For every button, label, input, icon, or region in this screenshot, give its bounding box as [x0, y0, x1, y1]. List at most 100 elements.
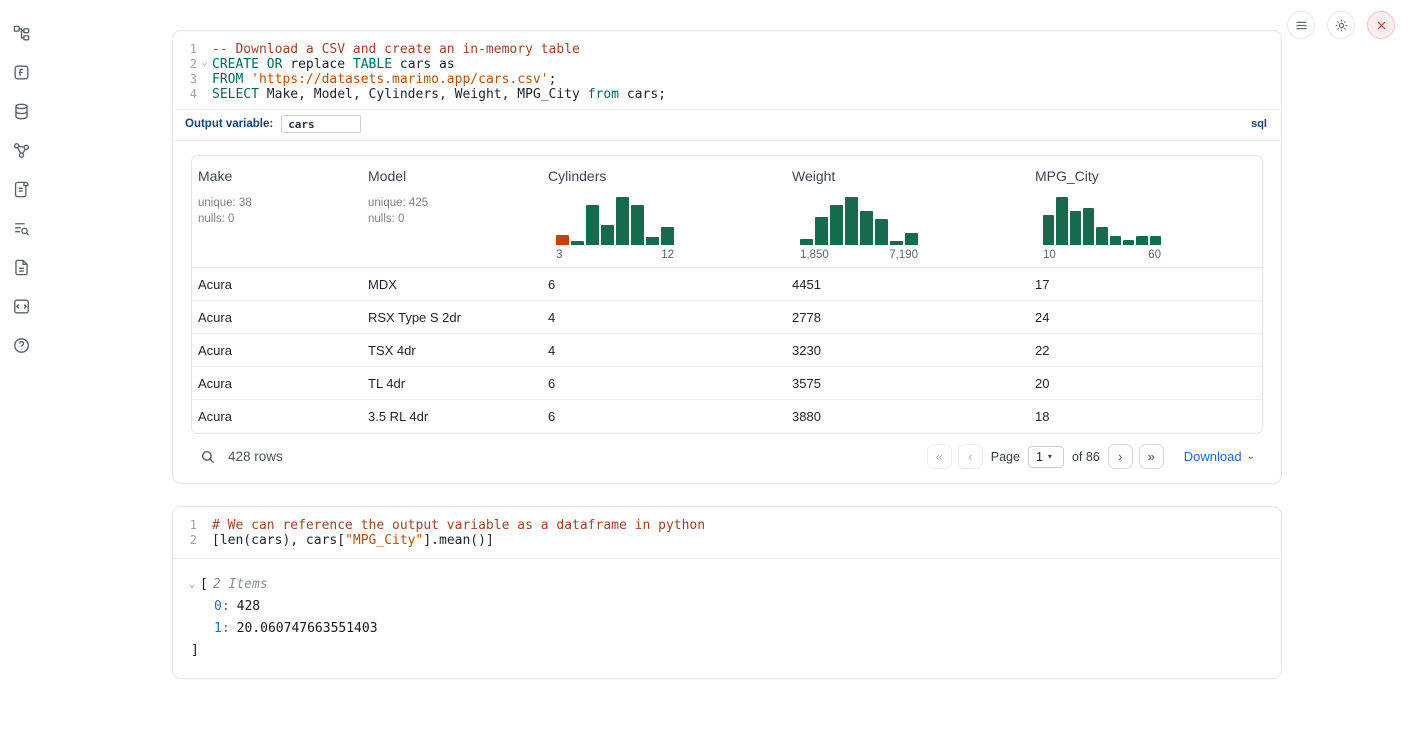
- histogram-bar[interactable]: [1070, 211, 1081, 245]
- column-name[interactable]: Cylinders: [548, 168, 780, 184]
- code-text[interactable]: -- Download a CSV and create an in-memor…: [212, 42, 580, 57]
- histogram-bar[interactable]: [616, 197, 629, 245]
- column-histogram[interactable]: 1,8507,190: [800, 195, 918, 261]
- chevron-down-icon: ▾: [1048, 452, 1052, 461]
- histogram-bar[interactable]: [875, 219, 888, 245]
- code-token-comment: # We can reference the output variable a…: [212, 518, 705, 533]
- histogram-bar[interactable]: [1150, 236, 1161, 245]
- file-tree-icon[interactable]: [10, 22, 32, 44]
- column-name[interactable]: MPG_City: [1035, 168, 1256, 184]
- first-page-button[interactable]: «: [927, 444, 952, 469]
- column-header[interactable]: Modelunique: 425nulls: 0: [362, 168, 542, 261]
- column-name[interactable]: Make: [198, 168, 356, 184]
- sql-code-editor[interactable]: 1-- Download a CSV and create an in-memo…: [173, 31, 1281, 141]
- histogram-bar[interactable]: [586, 205, 599, 245]
- code-text[interactable]: [len(cars), cars["MPG_City"].mean()]: [212, 533, 494, 548]
- code-line[interactable]: 1-- Download a CSV and create an in-memo…: [173, 42, 1281, 57]
- settings-gear-icon[interactable]: [1327, 11, 1355, 39]
- dependency-graph-icon[interactable]: [10, 139, 32, 161]
- search-icon[interactable]: [199, 448, 217, 466]
- histogram-bar[interactable]: [631, 205, 644, 245]
- help-icon[interactable]: [10, 334, 32, 356]
- tree-key: 0:: [214, 599, 230, 614]
- download-button[interactable]: Download ⌄: [1184, 449, 1255, 464]
- code-token-kw: from: [588, 87, 619, 102]
- output-variable-input[interactable]: [281, 115, 361, 133]
- code-line[interactable]: 4SELECT Make, Model, Cylinders, Weight, …: [173, 87, 1281, 102]
- items-count: 2 Items: [213, 574, 268, 596]
- fold-gutter: [197, 87, 212, 102]
- documentation-icon[interactable]: [10, 256, 32, 278]
- table-row[interactable]: AcuraRSX Type S 2dr4277824: [192, 301, 1262, 334]
- code-line[interactable]: 1# We can reference the output variable …: [173, 518, 1281, 533]
- histogram-bar[interactable]: [1083, 208, 1094, 245]
- histogram-bar[interactable]: [845, 197, 858, 245]
- column-histogram[interactable]: 312: [556, 195, 674, 261]
- logs-icon[interactable]: [10, 178, 32, 200]
- code-line[interactable]: 3FROM 'https://datasets.marimo.app/cars.…: [173, 72, 1281, 87]
- histogram-bar[interactable]: [830, 205, 843, 245]
- column-header[interactable]: MPG_City 1060: [1029, 168, 1262, 261]
- column-name[interactable]: Model: [368, 168, 536, 184]
- bracket-close: ]: [173, 640, 1281, 662]
- table-cell: 3.5 RL 4dr: [362, 409, 542, 424]
- code-text[interactable]: SELECT Make, Model, Cylinders, Weight, M…: [212, 87, 666, 102]
- scratchpad-icon[interactable]: [10, 61, 32, 83]
- snippets-icon[interactable]: [10, 295, 32, 317]
- histogram-bar[interactable]: [1096, 227, 1107, 245]
- search-list-icon[interactable]: [10, 217, 32, 239]
- column-name[interactable]: Weight: [792, 168, 1023, 184]
- histogram-bar[interactable]: [556, 235, 569, 245]
- python-code-editor[interactable]: 1# We can reference the output variable …: [173, 507, 1281, 559]
- table-cell: 6: [542, 409, 786, 424]
- axis-min: 1,850: [800, 249, 829, 261]
- code-text[interactable]: FROM 'https://datasets.marimo.app/cars.c…: [212, 72, 556, 87]
- histogram-bars: [800, 195, 918, 245]
- code-text[interactable]: # We can reference the output variable a…: [212, 518, 705, 533]
- code-line[interactable]: 2⌄CREATE OR replace TABLE cars as: [173, 57, 1281, 72]
- histogram-bar[interactable]: [1056, 197, 1067, 245]
- histogram-bar[interactable]: [860, 211, 873, 245]
- close-icon[interactable]: [1367, 11, 1395, 39]
- table-cell: 3230: [786, 343, 1029, 358]
- histogram-bar[interactable]: [1110, 236, 1121, 245]
- histogram-bar[interactable]: [646, 237, 659, 245]
- histogram-bar[interactable]: [905, 233, 918, 245]
- table-cell: 3880: [786, 409, 1029, 424]
- histogram-bar[interactable]: [601, 225, 614, 245]
- histogram-axis: 1060: [1043, 249, 1161, 261]
- fold-chevron-icon[interactable]: ⌄: [197, 57, 212, 72]
- histogram-bar[interactable]: [800, 239, 813, 245]
- column-histogram[interactable]: 1060: [1043, 195, 1161, 261]
- prev-page-button[interactable]: ‹: [958, 444, 983, 469]
- output-variable-label: Output variable:: [185, 118, 273, 130]
- tree-entry: 1:20.060747663551403: [173, 618, 1281, 640]
- next-page-button[interactable]: ›: [1108, 444, 1133, 469]
- histogram-bar[interactable]: [890, 241, 903, 245]
- table-row[interactable]: Acura3.5 RL 4dr6388018: [192, 400, 1262, 433]
- table-row[interactable]: AcuraMDX6445117: [192, 268, 1262, 301]
- table-cell: 22: [1029, 343, 1262, 358]
- python-code-lines: 1# We can reference the output variable …: [173, 518, 1281, 558]
- histogram-bar[interactable]: [815, 217, 828, 245]
- column-header[interactable]: Weight 1,8507,190: [786, 168, 1029, 261]
- table-row[interactable]: AcuraTSX 4dr4323022: [192, 334, 1262, 367]
- histogram-bar[interactable]: [1136, 236, 1147, 245]
- histogram-bar[interactable]: [1123, 240, 1134, 245]
- histogram-bar[interactable]: [1043, 215, 1054, 245]
- collapse-chevron-icon[interactable]: ⌄: [189, 574, 195, 596]
- code-line[interactable]: 2[len(cars), cars["MPG_City"].mean()]: [173, 533, 1281, 548]
- column-stat: nulls: 0: [368, 211, 536, 227]
- last-page-button[interactable]: »: [1139, 444, 1164, 469]
- code-token-kw: FROM: [212, 72, 243, 87]
- column-header[interactable]: Makeunique: 38nulls: 0: [192, 168, 362, 261]
- page-label: Page: [991, 450, 1020, 464]
- code-text[interactable]: CREATE OR replace TABLE cars as: [212, 57, 455, 72]
- page-select[interactable]: 1 ▾: [1028, 446, 1064, 468]
- menu-icon[interactable]: [1287, 11, 1315, 39]
- datasources-icon[interactable]: [10, 100, 32, 122]
- column-header[interactable]: Cylinders 312: [542, 168, 786, 261]
- histogram-bar[interactable]: [571, 241, 584, 245]
- table-row[interactable]: AcuraTL 4dr6357520: [192, 367, 1262, 400]
- histogram-bar[interactable]: [661, 227, 674, 245]
